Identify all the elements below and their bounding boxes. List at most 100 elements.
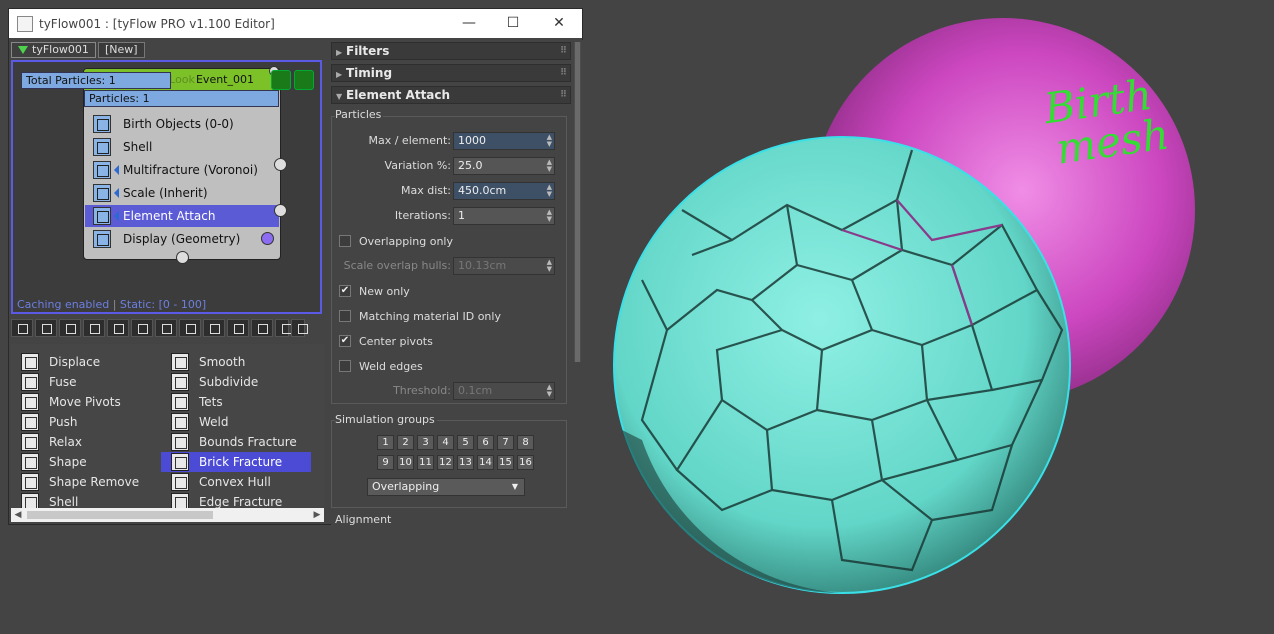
sim-group-4[interactable]: 4 — [437, 435, 454, 450]
list-item-bounds-fracture[interactable]: Bounds Fracture — [161, 432, 311, 452]
max-per-element-spinner[interactable]: 1000 ▲ ▼ — [453, 132, 555, 150]
iterations-spinner[interactable]: 1 ▲ ▼ — [453, 207, 555, 225]
parameters-scrollbar[interactable] — [574, 42, 581, 362]
category-more-icon[interactable] — [251, 319, 273, 337]
scale-overlap-spinner[interactable]: 10.13cm ▲ ▼ — [453, 257, 555, 275]
tab-new[interactable]: [New] — [97, 42, 145, 58]
variation-spinner[interactable]: 25.0 ▲ ▼ — [453, 157, 555, 175]
category-shape-icon[interactable] — [131, 319, 153, 337]
spinner-arrows-icon[interactable]: ▲ ▼ — [547, 209, 552, 223]
sim-group-2[interactable]: 2 — [397, 435, 414, 450]
display-color-swatch[interactable] — [261, 232, 274, 245]
simulation-mode-dropdown[interactable]: Overlapping ▼ — [367, 478, 525, 496]
overlapping-only-checkbox[interactable]: Overlapping only — [339, 233, 453, 249]
category-material-icon[interactable] — [203, 319, 225, 337]
center-pivots-checkbox[interactable]: ✔ Center pivots — [339, 333, 433, 349]
maximize-button[interactable]: ☐ — [493, 13, 533, 33]
event-input-pin[interactable] — [176, 251, 189, 264]
category-delete-icon[interactable] — [83, 319, 105, 337]
matching-material-checkbox[interactable]: Matching material ID only — [339, 308, 501, 324]
flow-tabs: tyFlow001 [New] — [11, 42, 145, 59]
sim-group-16[interactable]: 16 — [517, 455, 534, 470]
sim-group-11[interactable]: 11 — [417, 455, 434, 470]
grip-icon[interactable]: ⠿ — [560, 87, 567, 103]
sim-group-10[interactable]: 10 — [397, 455, 414, 470]
category-birth-icon[interactable] — [35, 319, 57, 337]
threshold-spinner[interactable]: 0.1cm ▲ ▼ — [453, 382, 555, 400]
category-grid-icon[interactable] — [59, 319, 81, 337]
spinner-arrows-icon[interactable]: ▲ ▼ — [547, 259, 552, 273]
spinner-arrows-icon[interactable]: ▲ ▼ — [547, 159, 552, 173]
spinner-arrows-icon[interactable]: ▲ ▼ — [547, 134, 552, 148]
scroll-right-arrow-icon[interactable]: ▶ — [310, 508, 324, 522]
scroll-left-icon[interactable] — [275, 319, 292, 337]
event-refresh-button[interactable] — [294, 70, 314, 90]
category-display-icon[interactable] — [227, 319, 249, 337]
new-only-checkbox[interactable]: ✔ New only — [339, 283, 410, 299]
rollout-element-attach[interactable]: ▼ Element Attach ⠿ — [331, 86, 571, 104]
sim-group-5[interactable]: 5 — [457, 435, 474, 450]
list-item-shape-remove[interactable]: Shape Remove — [11, 472, 161, 492]
particles-group-label: Particles — [335, 108, 384, 121]
category-mesh-icon[interactable] — [179, 319, 201, 337]
scrollbar-thumb[interactable] — [575, 42, 580, 362]
sim-group-3[interactable]: 3 — [417, 435, 434, 450]
list-item-subdivide[interactable]: Subdivide — [161, 372, 311, 392]
param-label: Iterations: — [394, 209, 451, 222]
list-item-move-pivots[interactable]: Move Pivots — [11, 392, 161, 412]
scroll-right-icon[interactable] — [291, 319, 308, 337]
list-item-displace[interactable]: Displace — [11, 352, 161, 372]
operator-scale[interactable]: Scale (Inherit) — [85, 182, 279, 204]
simulation-groups-label: Simulation groups — [335, 413, 437, 426]
output-pin-element-attach[interactable] — [274, 204, 287, 217]
operator-shell[interactable]: Shell — [85, 136, 279, 158]
sim-group-6[interactable]: 6 — [477, 435, 494, 450]
category-all-icon[interactable] — [11, 319, 33, 337]
rollout-title: Filters — [346, 44, 390, 58]
list-item-smooth[interactable]: Smooth — [161, 352, 311, 372]
sim-group-13[interactable]: 13 — [457, 455, 474, 470]
scroll-left-arrow-icon[interactable]: ◀ — [11, 508, 25, 522]
output-pin-multifracture[interactable] — [274, 158, 287, 171]
grip-icon[interactable]: ⠿ — [560, 65, 567, 81]
minimize-button[interactable]: — — [449, 13, 489, 33]
flow-canvas[interactable]: Bake Quick Look Event_001 Birth Objects … — [11, 60, 322, 314]
tab-tyflow001[interactable]: tyFlow001 — [11, 42, 96, 58]
operator-element-attach[interactable]: Element Attach — [85, 205, 279, 227]
sim-group-12[interactable]: 12 — [437, 455, 454, 470]
list-item-weld[interactable]: Weld — [161, 412, 311, 432]
sim-group-14[interactable]: 14 — [477, 455, 494, 470]
list-item-fuse[interactable]: Fuse — [11, 372, 161, 392]
sim-group-9[interactable]: 9 — [377, 455, 394, 470]
list-item-tets[interactable]: Tets — [161, 392, 311, 412]
list-item-relax[interactable]: Relax — [11, 432, 161, 452]
rollout-timing[interactable]: ▶ Timing ⠿ — [331, 64, 571, 82]
scrollbar-thumb[interactable] — [27, 511, 213, 519]
grip-icon[interactable]: ⠿ — [560, 43, 567, 59]
list-item-convex-hull[interactable]: Convex Hull — [161, 472, 311, 492]
operator-multifracture[interactable]: Multifracture (Voronoi) — [85, 159, 279, 181]
sim-group-1[interactable]: 1 — [377, 435, 394, 450]
sim-group-8[interactable]: 8 — [517, 435, 534, 450]
title-bar[interactable]: tyFlow001 : [tyFlow PRO v1.100 Editor] —… — [9, 9, 582, 38]
tab-label: [New] — [104, 43, 138, 56]
spinner-arrows-icon[interactable]: ▲ ▼ — [547, 384, 552, 398]
operator-list-scrollbar[interactable]: ◀ ▶ — [11, 508, 324, 522]
operator-display[interactable]: Display (Geometry) — [85, 228, 279, 250]
weld-edges-checkbox[interactable]: Weld edges — [339, 358, 423, 374]
collapsed-caret-icon: ▶ — [336, 48, 343, 57]
event-enable-button[interactable] — [271, 70, 291, 90]
list-item-push[interactable]: Push — [11, 412, 161, 432]
category-motion-icon[interactable] — [107, 319, 129, 337]
operator-birth-objects[interactable]: Birth Objects (0-0) — [85, 113, 279, 135]
sim-group-15[interactable]: 15 — [497, 455, 514, 470]
sim-group-7[interactable]: 7 — [497, 435, 514, 450]
list-item-brick-fracture[interactable]: Brick Fracture — [161, 452, 311, 472]
max-dist-spinner[interactable]: 450.0cm ▲ ▼ — [453, 182, 555, 200]
close-button[interactable]: ✕ — [539, 13, 579, 33]
viewport[interactable]: Birth mesh — [582, 0, 1274, 634]
list-item-shape[interactable]: Shape — [11, 452, 161, 472]
category-physics-icon[interactable] — [155, 319, 177, 337]
spinner-arrows-icon[interactable]: ▲ ▼ — [547, 184, 552, 198]
rollout-filters[interactable]: ▶ Filters ⠿ — [331, 42, 571, 60]
